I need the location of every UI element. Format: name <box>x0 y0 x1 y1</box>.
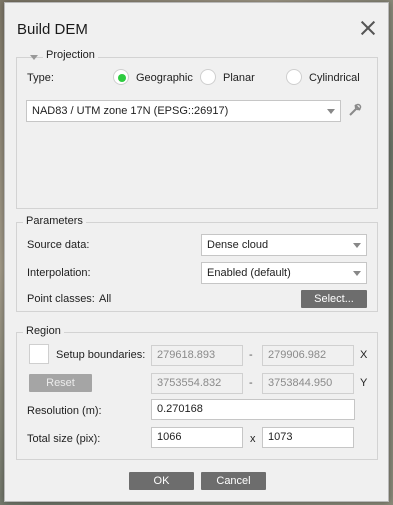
select-classes-button[interactable]: Select... <box>301 290 367 308</box>
resolution-label: Resolution (m): <box>27 405 102 417</box>
interpolation-value: Enabled (default) <box>207 267 291 279</box>
crs-select[interactable]: NAD83 / UTM zone 17N (EPSG::26917) <box>26 100 341 122</box>
x-max-field[interactable]: 279906.982 <box>262 345 354 366</box>
source-data-select[interactable]: Dense cloud <box>201 234 367 256</box>
y-dash: - <box>249 377 253 389</box>
interpolation-select[interactable]: Enabled (default) <box>201 262 367 284</box>
y-max-field[interactable]: 3753844.950 <box>262 373 354 394</box>
region-legend: Region <box>23 325 64 337</box>
setup-boundaries-label[interactable]: Setup boundaries: <box>56 349 145 361</box>
chevron-down-icon <box>327 109 335 114</box>
resolution-field[interactable]: 0.270168 <box>151 399 355 420</box>
x-min-field[interactable]: 279618.893 <box>151 345 243 366</box>
y-min-field[interactable]: 3753554.832 <box>151 373 243 394</box>
dialog-title: Build DEM <box>17 21 88 38</box>
type-label: Type: <box>27 72 54 84</box>
radio-geographic-label[interactable]: Geographic <box>136 72 193 84</box>
x-axis-label: X <box>360 349 368 361</box>
source-data-label: Source data: <box>27 239 90 251</box>
size-x-separator: x <box>250 433 256 445</box>
total-size-label: Total size (pix): <box>27 433 101 445</box>
setup-boundaries-checkbox[interactable] <box>29 344 49 364</box>
y-axis-label: Y <box>360 377 368 389</box>
crs-settings-icon[interactable] <box>347 102 363 118</box>
chevron-down-icon <box>353 243 361 248</box>
interpolation-label: Interpolation: <box>27 267 91 279</box>
close-icon[interactable] <box>360 20 376 36</box>
radio-planar[interactable] <box>200 69 216 85</box>
radio-cylindrical-label[interactable]: Cylindrical <box>309 72 360 84</box>
reset-button[interactable]: Reset <box>29 374 92 392</box>
collapse-chevron-icon[interactable] <box>30 55 38 60</box>
source-data-value: Dense cloud <box>207 239 269 251</box>
crs-select-value: NAD83 / UTM zone 17N (EPSG::26917) <box>32 105 229 117</box>
radio-planar-label[interactable]: Planar <box>223 72 255 84</box>
parameters-legend: Parameters <box>23 215 86 227</box>
chevron-down-icon <box>353 271 361 276</box>
size-width-field[interactable]: 1066 <box>151 427 243 448</box>
projection-legend: Projection <box>43 49 98 61</box>
size-height-field[interactable]: 1073 <box>262 427 354 448</box>
build-dem-dialog: Build DEM Projection Type: Geographic Pl… <box>4 2 389 502</box>
radio-geographic[interactable] <box>113 69 129 85</box>
point-classes-value: All <box>99 293 112 305</box>
x-dash: - <box>249 349 253 361</box>
cancel-button[interactable]: Cancel <box>201 472 266 490</box>
radio-cylindrical[interactable] <box>286 69 302 85</box>
point-classes-label: Point classes: <box>27 293 95 305</box>
ok-button[interactable]: OK <box>129 472 194 490</box>
